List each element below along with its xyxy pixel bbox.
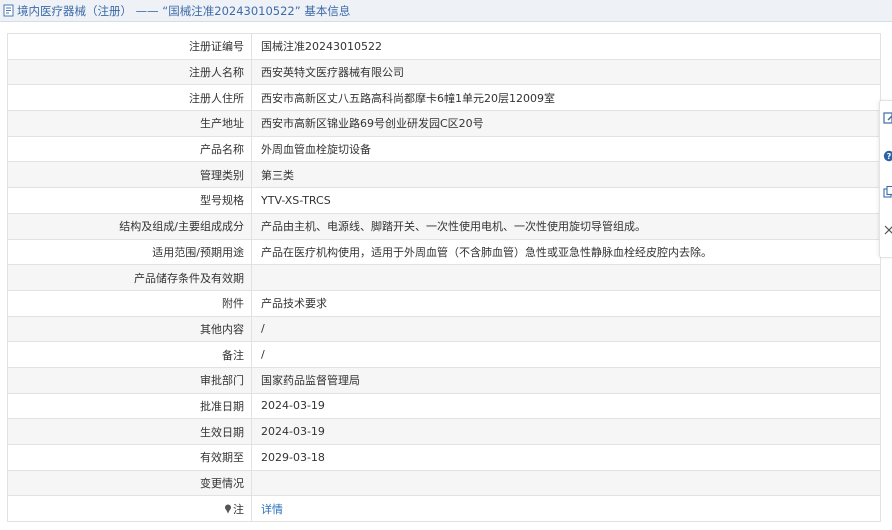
row-label: 生产地址 (7, 110, 252, 137)
document-icon (3, 4, 14, 17)
table-row: 注册人住所 西安市高新区丈八五路高科尚都摩卡6幢1单元20层12009室 (7, 84, 881, 112)
row-label: 备注 (7, 341, 252, 368)
row-value: 产品在医疗机构使用，适用于外周血管（不含肺血管）急性或亚急性静脉血栓经皮腔内去除… (251, 238, 881, 266)
row-label: 适用范围/预期用途 (7, 238, 252, 266)
row-label: 注册人名称 (7, 58, 252, 86)
info-table: 注册证编号 国械注准20243010522 注册人名称 西安英特文医疗器械有限公… (7, 33, 881, 523)
row-label: 产品名称 (7, 135, 252, 163)
edit-icon[interactable] (883, 111, 892, 125)
row-label: 结构及组成/主要组成成分 (7, 212, 252, 240)
row-label: 注册人住所 (7, 84, 252, 112)
row-value: YTV-XS-TRCS (251, 187, 881, 214)
row-value: 产品由主机、电源线、脚踏开关、一次性使用电机、一次性使用旋切导管组成。 (251, 212, 881, 240)
row-value: 外周血管血栓旋切设备 (251, 135, 881, 163)
row-value: 西安英特文医疗器械有限公司 (251, 58, 881, 86)
page-title: 境内医疗器械（注册） —— “国械注准20243010522” 基本信息 (17, 4, 351, 18)
table-row: 审批部门 国家药品监督管理局 (7, 366, 881, 394)
row-value: 详情 (251, 495, 881, 523)
details-link[interactable]: 详情 (261, 503, 283, 516)
row-value (251, 264, 881, 291)
help-icon[interactable]: ? (883, 149, 892, 163)
row-label: 其他内容 (7, 315, 252, 343)
row-label: 产品储存条件及有效期 (7, 264, 252, 291)
copy-icon[interactable] (883, 185, 892, 199)
row-value: / (251, 315, 881, 343)
page-header: 境内医疗器械（注册） —— “国械注准20243010522” 基本信息 (0, 0, 892, 22)
table-row: 产品名称 外周血管血栓旋切设备 (7, 135, 881, 163)
row-value: 第三类 (251, 161, 881, 189)
pin-icon (225, 504, 231, 514)
table-row: 附件 产品技术要求 (7, 289, 881, 317)
row-value: / (251, 341, 881, 368)
note-label: 注 (233, 502, 244, 516)
table-row: 结构及组成/主要组成成分 产品由主机、电源线、脚踏开关、一次性使用电机、一次性使… (7, 212, 881, 240)
table-row: 适用范围/预期用途 产品在医疗机构使用，适用于外周血管（不含肺血管）急性或亚急性… (7, 238, 881, 266)
table-row: 注册人名称 西安英特文医疗器械有限公司 (7, 58, 881, 86)
table-row: 注册证编号 国械注准20243010522 (7, 33, 881, 60)
row-value: 国械注准20243010522 (251, 33, 881, 60)
table-row: 型号规格 YTV-XS-TRCS (7, 187, 881, 214)
table-row: 备注 / (7, 341, 881, 368)
row-value: 2024-03-19 (251, 392, 881, 420)
row-value: 2029-03-18 (251, 444, 881, 471)
table-row: 批准日期 2024-03-19 (7, 392, 881, 420)
table-row: 生产地址 西安市高新区锦业路69号创业研发园C区20号 (7, 110, 881, 137)
svg-text:?: ? (887, 152, 892, 161)
row-label-note: 注 (7, 495, 252, 523)
row-value: 产品技术要求 (251, 289, 881, 317)
row-label: 管理类别 (7, 161, 252, 189)
row-value: 2024-03-19 (251, 418, 881, 445)
row-label: 批准日期 (7, 392, 252, 420)
row-label: 型号规格 (7, 187, 252, 214)
row-label: 附件 (7, 289, 252, 317)
row-value (251, 469, 881, 497)
table-row: 其他内容 / (7, 315, 881, 343)
row-label: 生效日期 (7, 418, 252, 445)
row-label: 变更情况 (7, 469, 252, 497)
table-row: 有效期至 2029-03-18 (7, 444, 881, 471)
row-label: 审批部门 (7, 366, 252, 394)
row-value: 国家药品监督管理局 (251, 366, 881, 394)
row-value: 西安市高新区丈八五路高科尚都摩卡6幢1单元20层12009室 (251, 84, 881, 112)
row-label: 注册证编号 (7, 33, 252, 60)
table-row: 生效日期 2024-03-19 (7, 418, 881, 445)
floating-toolbar: ? (879, 100, 892, 258)
close-icon[interactable] (883, 223, 892, 237)
table-row: 管理类别 第三类 (7, 161, 881, 189)
table-row: 变更情况 (7, 469, 881, 497)
row-value: 西安市高新区锦业路69号创业研发园C区20号 (251, 110, 881, 137)
table-row: 产品储存条件及有效期 (7, 264, 881, 291)
table-row: 注 详情 (7, 495, 881, 523)
row-label: 有效期至 (7, 444, 252, 471)
